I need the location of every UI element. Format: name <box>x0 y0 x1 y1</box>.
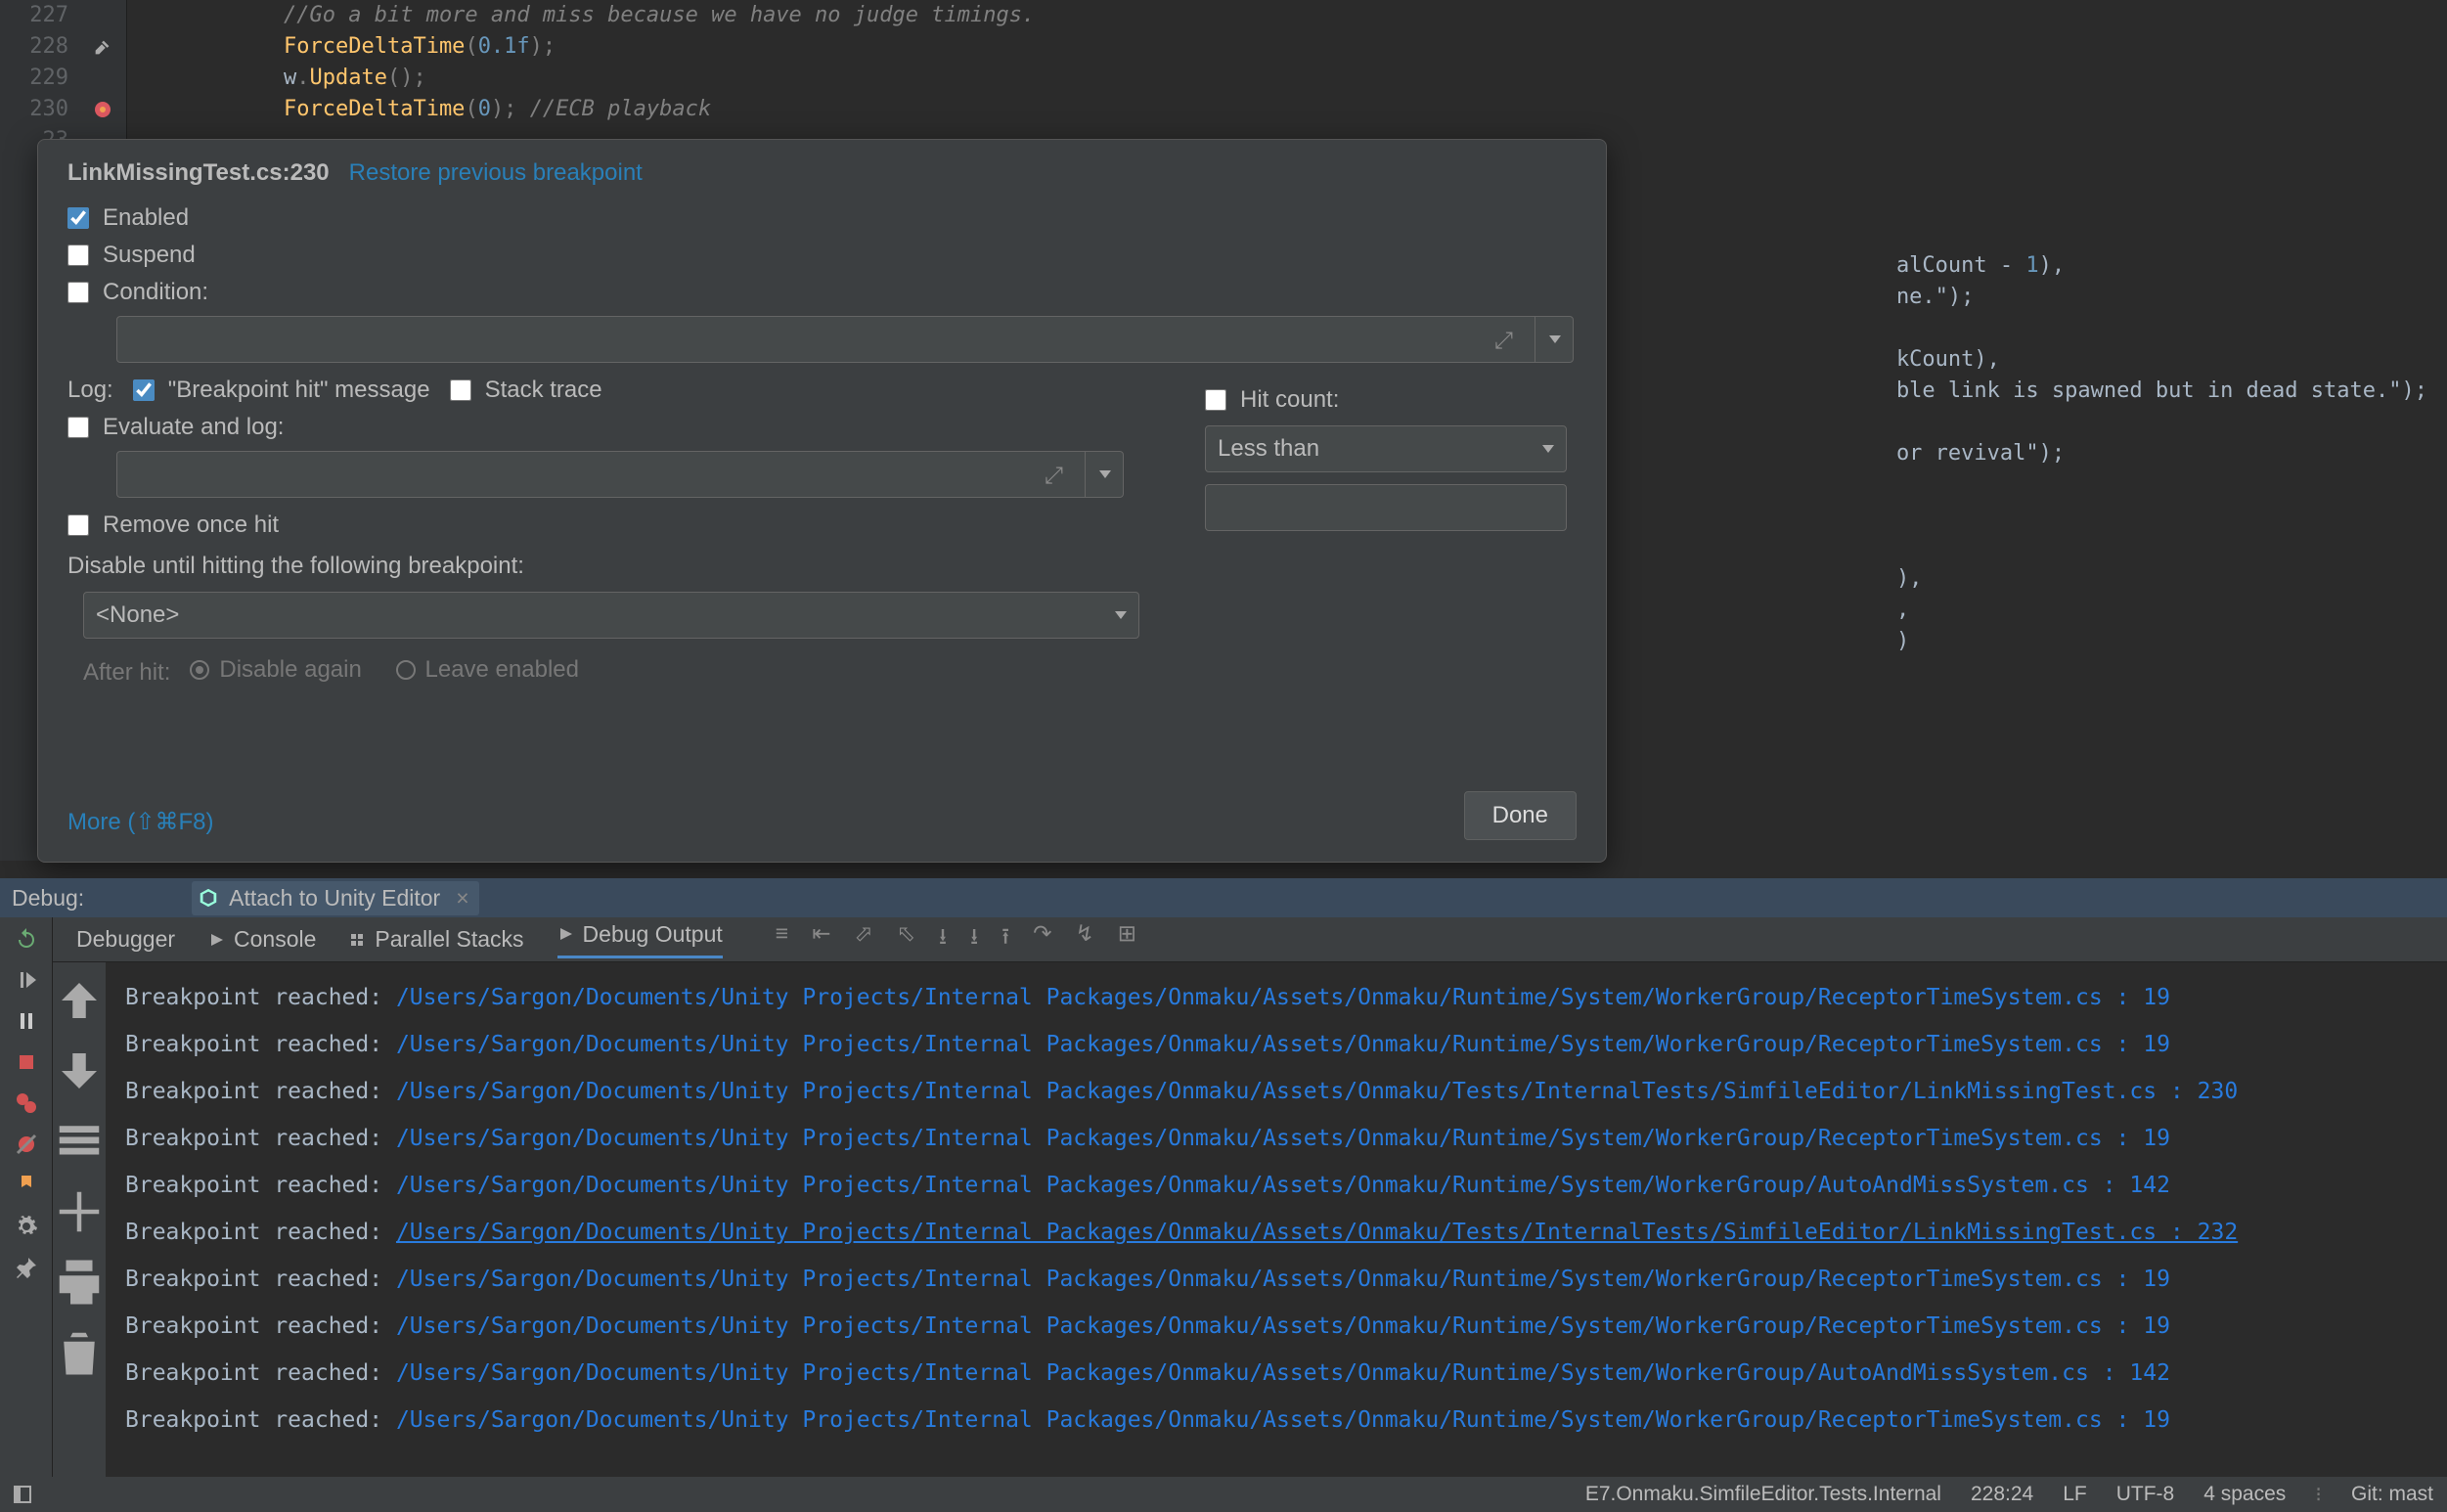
hitcount-input[interactable] <box>1205 484 1567 531</box>
expand-icon[interactable]: ⤢ <box>1494 328 1513 355</box>
dropdown-icon[interactable] <box>1085 451 1124 498</box>
log-label: Log: <box>67 377 113 404</box>
disable-until-label: Disable until hitting the following brea… <box>67 553 1577 580</box>
debug-panel-tabs: Debugger Console Parallel Stacks Debug O… <box>53 917 2447 962</box>
eval-checkbox[interactable]: Evaluate and log: <box>67 414 1156 441</box>
debug-frame-toolbar <box>53 962 106 1477</box>
step-icon[interactable]: ⭱ <box>1001 920 1009 958</box>
pin-icon[interactable] <box>15 1256 38 1279</box>
code-fragment: alCount - 1), ne."); kCount), ble link i… <box>1896 250 2427 657</box>
add-icon[interactable] <box>53 1185 106 1238</box>
dialog-title: LinkMissingTest.cs:230 <box>67 159 330 186</box>
step-icon[interactable]: ↯ <box>1076 920 1094 958</box>
git-branch[interactable]: Git: mast <box>2351 1483 2433 1506</box>
step-over-icon[interactable]: ≡ <box>776 920 788 958</box>
leave-enabled-radio[interactable]: Leave enabled <box>396 656 579 684</box>
calc-icon[interactable]: ⊞ <box>1118 920 1136 958</box>
step-icon[interactable]: ⭳ <box>939 920 947 958</box>
step-icon[interactable]: ↷ <box>1033 920 1051 958</box>
tab-debugger[interactable]: Debugger <box>76 926 175 953</box>
enabled-checkbox[interactable]: Enabled <box>67 204 1577 232</box>
encoding[interactable]: UTF-8 <box>2116 1483 2175 1506</box>
tab-console[interactable]: Console <box>208 926 316 953</box>
expand-icon[interactable]: ⤢ <box>1045 463 1063 490</box>
layout-icon[interactable] <box>14 1486 31 1503</box>
stop-icon[interactable] <box>15 1050 38 1074</box>
up-icon[interactable] <box>53 974 106 1027</box>
hitcount-checkbox[interactable]: Hit count: <box>1205 386 1577 414</box>
debug-output-console[interactable]: Breakpoint reached: /Users/Sargon/Docume… <box>106 962 2447 1477</box>
frames-icon[interactable] <box>53 1115 106 1168</box>
more-link[interactable]: More (⇧⌘F8) <box>67 809 213 835</box>
line-ending[interactable]: LF <box>2063 1483 2087 1506</box>
rerun-icon[interactable] <box>15 927 38 951</box>
print-icon[interactable] <box>53 1256 106 1309</box>
down-icon[interactable] <box>53 1045 106 1097</box>
condition-input[interactable] <box>116 316 1574 363</box>
unity-icon <box>198 887 219 909</box>
step-into-icon[interactable]: ⬀ <box>854 920 872 958</box>
remove-checkbox[interactable]: Remove once hit <box>67 511 1156 539</box>
restore-link[interactable]: Restore previous breakpoint <box>349 159 643 186</box>
tab-parallel-stacks[interactable]: Parallel Stacks <box>349 926 523 953</box>
debug-toolbar: Debug: Attach to Unity Editor × <box>0 878 2447 917</box>
debug-label: Debug: <box>12 885 84 912</box>
done-button[interactable]: Done <box>1464 791 1577 840</box>
step-icon[interactable]: ⭳ <box>970 920 978 958</box>
debug-config-tab[interactable]: Attach to Unity Editor × <box>192 881 478 915</box>
mute-breakpoints-icon[interactable] <box>15 1133 38 1156</box>
indent[interactable]: 4 spaces <box>2203 1483 2286 1506</box>
debug-left-toolbar <box>0 917 53 1477</box>
stacks-icon <box>349 932 365 948</box>
disable-again-radio[interactable]: Disable again <box>190 656 361 684</box>
step-icon[interactable]: ⇤ <box>812 920 830 958</box>
breakpoint-dialog: LinkMissingTest.cs:230 Restore previous … <box>37 139 1607 863</box>
trash-icon[interactable] <box>53 1326 106 1379</box>
hammer-icon <box>92 36 113 58</box>
play-icon <box>208 932 224 948</box>
thread-dump-icon[interactable] <box>15 1174 38 1197</box>
disable-until-select[interactable]: <None> <box>83 592 1139 639</box>
context-label: E7.Onmaku.SimfileEditor.Tests.Internal <box>1585 1483 1941 1506</box>
after-hit-label: After hit: <box>83 659 170 686</box>
breakpoint-icon[interactable] <box>93 100 112 119</box>
bphit-checkbox[interactable]: "Breakpoint hit" message <box>133 377 430 404</box>
suspend-checkbox[interactable]: Suspend <box>67 242 1577 269</box>
dropdown-icon[interactable] <box>1535 316 1574 363</box>
eval-input[interactable] <box>116 451 1124 498</box>
close-icon[interactable]: × <box>456 885 468 912</box>
view-breakpoints-icon[interactable] <box>15 1091 38 1115</box>
resume-icon[interactable] <box>15 968 38 992</box>
caret-pos[interactable]: 228:24 <box>1971 1483 2033 1506</box>
play-icon <box>557 926 573 942</box>
stack-checkbox[interactable]: Stack trace <box>450 377 602 404</box>
status-bar: E7.Onmaku.SimfileEditor.Tests.Internal 2… <box>0 1477 2447 1512</box>
tab-debug-output[interactable]: Debug Output <box>557 921 723 958</box>
condition-checkbox[interactable]: Condition: <box>67 279 1577 306</box>
pause-icon[interactable] <box>15 1009 38 1033</box>
step-out-icon[interactable]: ⬁ <box>897 920 915 958</box>
hitcount-op-select[interactable]: Less than <box>1205 425 1567 472</box>
settings-icon[interactable] <box>15 1215 38 1238</box>
